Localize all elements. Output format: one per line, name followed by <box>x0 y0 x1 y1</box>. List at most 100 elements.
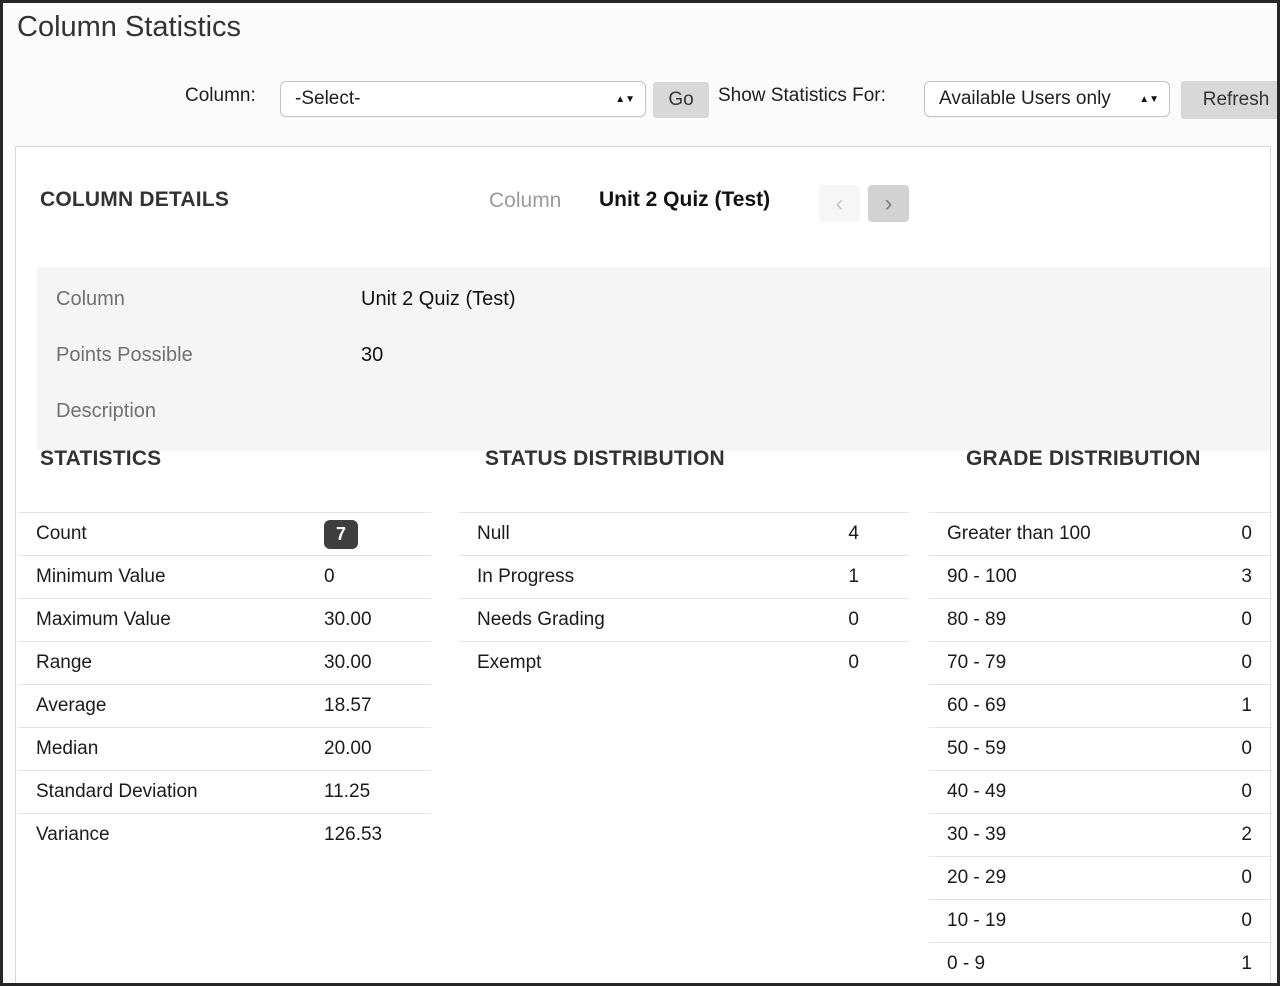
grade-range-value: 1 <box>1241 953 1272 975</box>
table-row: Median 20.00 <box>18 727 431 770</box>
grade-range-label: 20 - 29 <box>947 867 1241 889</box>
detail-field-row: Points Possible 30 <box>56 344 1270 400</box>
status-distribution-section: STATUS DISTRIBUTION Null 4 In Progress 1… <box>459 447 909 684</box>
stat-label: Range <box>36 652 324 674</box>
column-details-heading: COLUMN DETAILS <box>40 188 229 212</box>
detail-field-label: Column <box>56 288 361 311</box>
status-distribution-heading: STATUS DISTRIBUTION <box>459 447 909 471</box>
grade-range-value: 0 <box>1241 910 1272 932</box>
status-distribution-table: Null 4 In Progress 1 Needs Grading 0 <box>459 512 909 684</box>
previous-column-button[interactable]: ‹ <box>819 185 860 222</box>
stat-value: 30.00 <box>324 609 372 631</box>
table-row: Greater than 100 0 <box>929 512 1272 555</box>
table-row: Average 18.57 <box>18 684 431 727</box>
column-details-box: Column Unit 2 Quiz (Test) Points Possibl… <box>37 267 1270 451</box>
stat-value: 126.53 <box>324 824 382 846</box>
grade-range-value: 0 <box>1241 652 1272 674</box>
grade-range-label: 10 - 19 <box>947 910 1241 932</box>
grade-range-value: 3 <box>1241 566 1272 588</box>
current-column-value: Unit 2 Quiz (Test) <box>599 188 770 212</box>
table-row: Standard Deviation 11.25 <box>18 770 431 813</box>
detail-field-value: 30 <box>361 344 383 367</box>
grade-range-label: 0 - 9 <box>947 953 1241 975</box>
detail-field-label: Description <box>56 400 361 423</box>
grade-range-value: 0 <box>1241 738 1272 760</box>
statistics-section: STATISTICS Count 7 Minimum Value 0 Maxim… <box>18 447 431 856</box>
select-arrows-icon: ▲▼ <box>1139 96 1159 103</box>
table-row: 40 - 49 0 <box>929 770 1272 813</box>
detail-field-row: Column Unit 2 Quiz (Test) <box>56 288 1270 344</box>
status-value: 1 <box>848 566 909 588</box>
statistics-table: Count 7 Minimum Value 0 Maximum Value 30… <box>18 512 431 856</box>
table-row: 90 - 100 3 <box>929 555 1272 598</box>
statistics-heading: STATISTICS <box>18 447 431 471</box>
table-row: Count 7 <box>18 512 431 555</box>
show-statistics-for-select[interactable]: Available Users only ▲▼ <box>924 81 1170 117</box>
table-row: Range 30.00 <box>18 641 431 684</box>
grade-range-label: 50 - 59 <box>947 738 1241 760</box>
stat-label: Minimum Value <box>36 566 324 588</box>
status-label: Null <box>477 523 848 545</box>
table-row: 30 - 39 2 <box>929 813 1272 856</box>
grade-range-label: 30 - 39 <box>947 824 1241 846</box>
table-row: 70 - 79 0 <box>929 641 1272 684</box>
detail-field-value: Unit 2 Quiz (Test) <box>361 288 515 311</box>
grade-range-label: 80 - 89 <box>947 609 1241 631</box>
grade-range-value: 1 <box>1241 695 1272 717</box>
stat-label: Maximum Value <box>36 609 324 631</box>
stat-value: 0 <box>324 566 335 588</box>
show-statistics-for-label: Show Statistics For: <box>718 85 886 107</box>
detail-field-label: Points Possible <box>56 344 361 367</box>
grade-range-value: 0 <box>1241 523 1272 545</box>
refresh-button[interactable]: Refresh <box>1181 81 1280 119</box>
table-row: Maximum Value 30.00 <box>18 598 431 641</box>
next-column-button[interactable]: › <box>868 185 909 222</box>
grade-range-label: 60 - 69 <box>947 695 1241 717</box>
status-label: Needs Grading <box>477 609 848 631</box>
status-value: 4 <box>848 523 909 545</box>
grade-distribution-heading: GRADE DISTRIBUTION <box>929 447 1272 471</box>
status-label: Exempt <box>477 652 848 674</box>
stat-value: 18.57 <box>324 695 372 717</box>
table-row: 80 - 89 0 <box>929 598 1272 641</box>
status-value: 0 <box>848 609 909 631</box>
column-details-panel: COLUMN DETAILS Column Unit 2 Quiz (Test)… <box>15 146 1271 986</box>
show-statistics-for-value: Available Users only <box>939 88 1111 110</box>
grade-range-label: 40 - 49 <box>947 781 1241 803</box>
status-label: In Progress <box>477 566 848 588</box>
table-row: Minimum Value 0 <box>18 555 431 598</box>
grade-range-value: 0 <box>1241 781 1272 803</box>
table-row: In Progress 1 <box>459 555 909 598</box>
column-select-value: -Select- <box>295 88 360 110</box>
select-arrows-icon: ▲▼ <box>615 96 635 103</box>
stat-label: Count <box>36 523 324 545</box>
column-select-label: Column: <box>185 85 256 107</box>
table-row: Needs Grading 0 <box>459 598 909 641</box>
status-value: 0 <box>848 652 909 674</box>
table-row: 50 - 59 0 <box>929 727 1272 770</box>
grade-range-label: 90 - 100 <box>947 566 1241 588</box>
table-row: Variance 126.53 <box>18 813 431 856</box>
table-row: 10 - 19 0 <box>929 899 1272 942</box>
stat-label: Average <box>36 695 324 717</box>
table-row: 20 - 29 0 <box>929 856 1272 899</box>
stat-label: Standard Deviation <box>36 781 324 803</box>
grade-range-label: 70 - 79 <box>947 652 1241 674</box>
grade-distribution-table: Greater than 100 0 90 - 100 3 80 - 89 0 <box>929 512 1272 985</box>
stat-value: 20.00 <box>324 738 372 760</box>
stat-value: 11.25 <box>324 781 370 803</box>
go-button[interactable]: Go <box>653 82 709 118</box>
stat-value: 7 <box>324 520 358 549</box>
table-row: Null 4 <box>459 512 909 555</box>
grade-range-value: 0 <box>1241 867 1272 889</box>
stat-label: Median <box>36 738 324 760</box>
table-row: 60 - 69 1 <box>929 684 1272 727</box>
page-title: Column Statistics <box>17 11 241 44</box>
chevron-right-icon: › <box>885 187 893 221</box>
column-select[interactable]: -Select- ▲▼ <box>280 81 646 117</box>
stat-label: Variance <box>36 824 324 846</box>
grade-distribution-section: GRADE DISTRIBUTION Greater than 100 0 90… <box>929 447 1272 985</box>
grade-range-label: Greater than 100 <box>947 523 1241 545</box>
current-column-label: Column <box>489 189 561 213</box>
column-statistics-page: Column Statistics Column: -Select- ▲▼ Go… <box>0 0 1280 986</box>
